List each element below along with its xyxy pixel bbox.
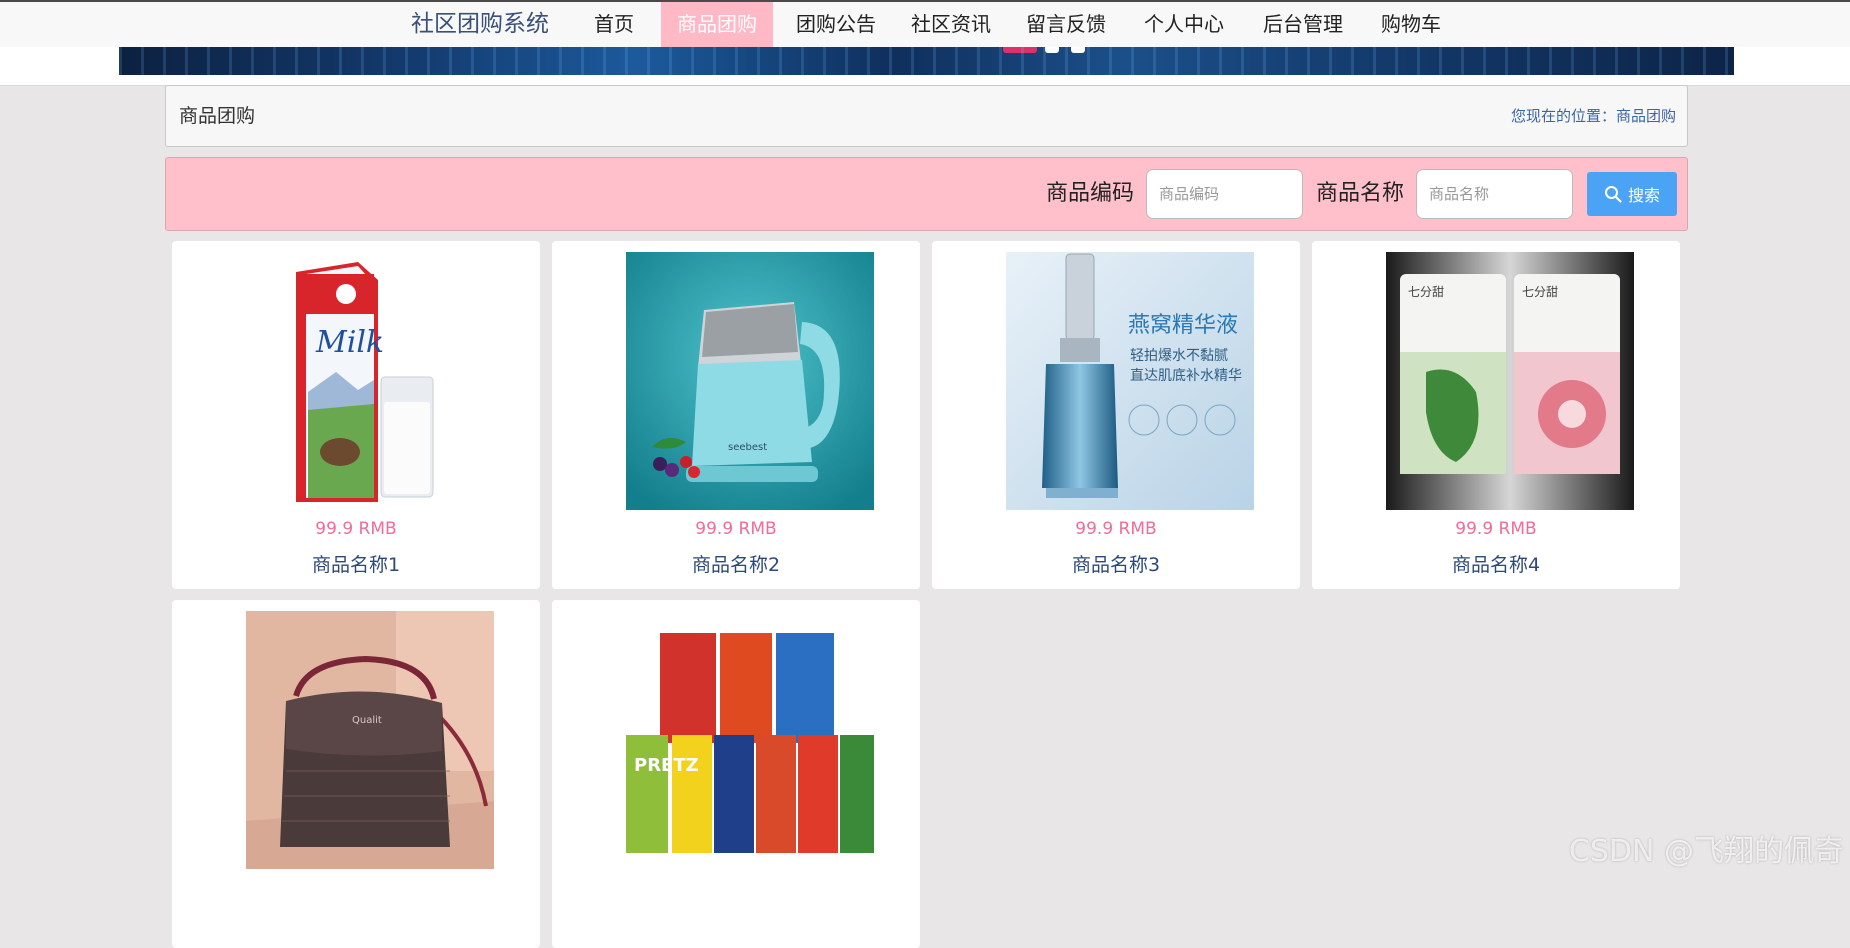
site-brand[interactable]: 社区团购系统 bbox=[411, 2, 549, 47]
product-name-link[interactable]: 商品名称1 bbox=[172, 550, 540, 577]
product-card[interactable]: Milk 99.9 RMB 商品名称1 bbox=[172, 241, 540, 589]
watermark: CSDN @飞翔的佩奇 bbox=[1568, 834, 1844, 869]
essence-bottle-image[interactable]: 燕窝精华液 轻拍爆水不黏腻 直达肌底补水精华 bbox=[1006, 252, 1254, 510]
nav-profile[interactable]: 个人中心 bbox=[1132, 2, 1236, 47]
handbag-brand-text: Qualit bbox=[352, 715, 382, 726]
product-card[interactable]: 燕窝精华液 轻拍爆水不黏腻 直达肌底补水精华 99.9 RMB 商品名称3 bbox=[932, 241, 1300, 589]
top-navbar: 社区团购系统 首页 商品团购 团购公告 社区资讯 留言反馈 个人中心 后台管理 … bbox=[0, 0, 1850, 47]
carousel-indicator-2[interactable] bbox=[1045, 47, 1059, 53]
pretz-snacks-image[interactable]: PRETZ bbox=[626, 611, 874, 869]
milk-brand-text: Milk bbox=[315, 325, 384, 360]
nav-home[interactable]: 首页 bbox=[582, 2, 646, 47]
search-button[interactable]: 搜索 bbox=[1587, 172, 1677, 216]
ad-line-1: 轻拍爆水不黏腻 bbox=[1130, 348, 1228, 364]
product-card[interactable]: seebest 99.9 RMB 商品名称2 bbox=[552, 241, 920, 589]
banner-area bbox=[0, 47, 1850, 86]
mask-brand-text-1: 七分甜 bbox=[1408, 285, 1444, 299]
carousel-indicator-3[interactable] bbox=[1071, 47, 1085, 53]
ad-title: 燕窝精华液 bbox=[1128, 313, 1238, 338]
breadcrumb-location[interactable]: 您现在的位置：商品团购 bbox=[1511, 86, 1676, 146]
product-code-input[interactable] bbox=[1146, 169, 1303, 219]
page-title: 商品团购 bbox=[179, 105, 256, 127]
product-price: 99.9 RMB bbox=[1455, 519, 1537, 539]
product-card[interactable]: 七分甜 七分甜 99.9 RMB 商品名称4 bbox=[1312, 241, 1680, 589]
milk-carton-image[interactable]: Milk bbox=[246, 252, 494, 510]
search-button-label: 搜索 bbox=[1627, 186, 1660, 205]
product-card[interactable]: Qualit bbox=[172, 600, 540, 948]
product-card[interactable]: PRETZ bbox=[552, 600, 920, 948]
nav-community-news[interactable]: 社区资讯 bbox=[899, 2, 1003, 47]
product-name-link[interactable]: 商品名称2 bbox=[552, 550, 920, 577]
nav-announcements[interactable]: 团购公告 bbox=[784, 2, 888, 47]
ad-line-2: 直达肌底补水精华 bbox=[1130, 367, 1242, 384]
search-icon bbox=[1604, 186, 1622, 203]
product-name-link[interactable]: 商品名称3 bbox=[932, 550, 1300, 577]
product-name-link[interactable]: 商品名称4 bbox=[1312, 550, 1680, 577]
nav-group-buy[interactable]: 商品团购 bbox=[661, 2, 773, 47]
product-name-label: 商品名称 bbox=[1316, 181, 1405, 206]
nav-admin[interactable]: 后台管理 bbox=[1251, 2, 1355, 47]
snack-brand-text: PRETZ bbox=[634, 755, 699, 776]
product-name-input[interactable] bbox=[1416, 169, 1573, 219]
nav-cart[interactable]: 购物车 bbox=[1369, 2, 1453, 47]
product-price: 99.9 RMB bbox=[1075, 519, 1157, 539]
face-mask-image[interactable]: 七分甜 七分甜 bbox=[1386, 252, 1634, 510]
product-price: 99.9 RMB bbox=[315, 519, 397, 539]
product-price: 99.9 RMB bbox=[695, 519, 777, 539]
breadcrumb-panel: 商品团购 您现在的位置：商品团购 bbox=[165, 85, 1688, 147]
product-code-label: 商品编码 bbox=[1046, 181, 1135, 206]
handbag-image[interactable]: Qualit bbox=[246, 611, 494, 869]
nav-feedback[interactable]: 留言反馈 bbox=[1014, 2, 1118, 47]
carousel-indicator-1[interactable] bbox=[1003, 47, 1037, 53]
mask-brand-text-2: 七分甜 bbox=[1522, 285, 1558, 299]
electric-kettle-image[interactable]: seebest bbox=[626, 252, 874, 510]
banner-carousel[interactable] bbox=[119, 47, 1734, 75]
search-panel: 商品编码 商品名称 搜索 bbox=[165, 157, 1688, 231]
kettle-brand-text: seebest bbox=[728, 442, 767, 453]
